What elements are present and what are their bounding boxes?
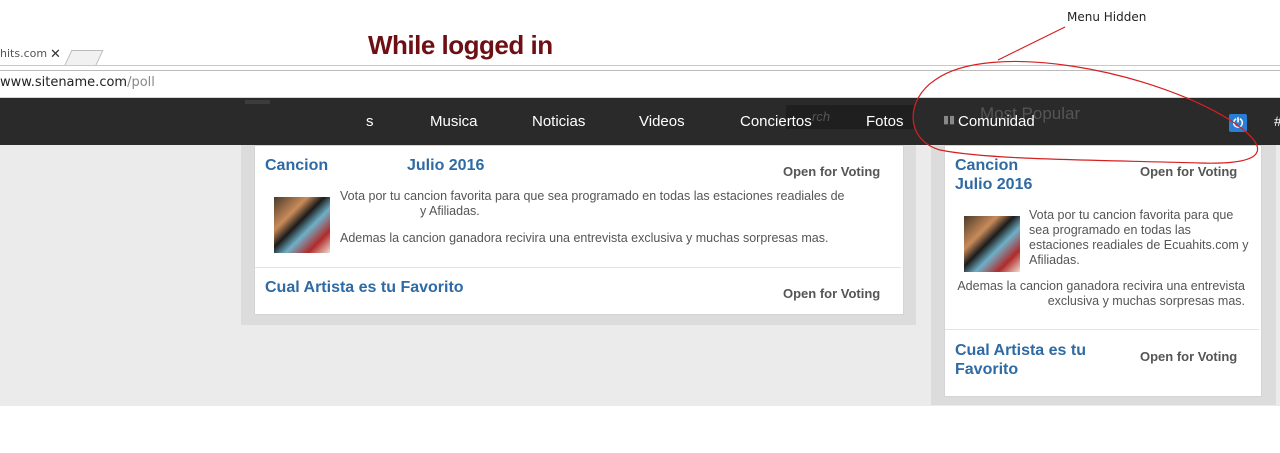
menu-hidden-caption: Menu Hidden [1067,10,1147,24]
nav-item-partial[interactable]: s [366,113,374,130]
logged-in-caption: While logged in [368,30,553,60]
poll-description: Vota por tu cancion favorita para que se… [340,189,845,203]
sidebar-poll-thumbnail[interactable] [964,216,1020,272]
nav-item-musica[interactable]: Musica [430,113,478,130]
sidebar-poll-divider [945,329,1259,330]
sidebar-poll-title[interactable]: Cual Artista es tu [955,342,1086,360]
nav-item-noticias[interactable]: Noticias [532,113,585,130]
nav-item-conciertos[interactable]: Conciertos [740,113,812,130]
nav-item-videos[interactable]: Videos [639,113,685,130]
new-tab-button[interactable] [64,50,104,65]
tab-strip-divider [0,65,1280,66]
power-icon[interactable]: ⏻ [1229,114,1247,132]
address-bar[interactable] [0,70,1280,98]
sidebar-poll-description-extra: Ademas la cancion ganadora recivira una … [957,279,1245,308]
bar-chart-icon: ▮▮ [943,114,956,126]
poll-title-date[interactable]: Julio 2016 [407,157,484,175]
url-path: /poll [127,75,155,90]
poll-status: Open for Voting [783,164,881,179]
search-placeholder: rch [812,109,831,124]
poll-status: Open for Voting [783,286,881,301]
nav-item-comunidad[interactable]: Comunidad [958,113,1035,130]
poll-description-extra: Ademas la cancion ganadora recivira una … [340,231,829,245]
navbar-ghost-tab [245,100,270,104]
sidebar-poll-title-line2[interactable]: Favorito [955,361,1018,379]
sidebar-poll-description: Vota por tu cancion favorita para que se… [1029,208,1249,267]
sidebar-poll-status: Open for Voting [1140,349,1238,364]
sidebar-poll-title-date[interactable]: Julio 2016 [955,176,1032,194]
tab-close-icon[interactable]: ✕ [50,47,61,62]
sidebar-poll-status: Open for Voting [1140,164,1238,179]
poll-divider [255,267,901,268]
url-text[interactable]: www.sitename.com/poll [0,75,155,90]
url-host: www.sitename.com [0,75,128,90]
nav-item-fotos[interactable]: Fotos [866,113,904,130]
poll-description-cont: y Afiliadas. [420,204,480,218]
sidebar-poll-title[interactable]: Cancion [955,157,1018,175]
poll-title[interactable]: Cancion [265,157,328,175]
browser-tab-title[interactable]: hits.com [0,47,47,67]
poll-thumbnail[interactable] [274,197,330,253]
poll-title[interactable]: Cual Artista es tu Favorito [265,279,464,297]
hash-menu-item[interactable]: # [1274,113,1280,129]
